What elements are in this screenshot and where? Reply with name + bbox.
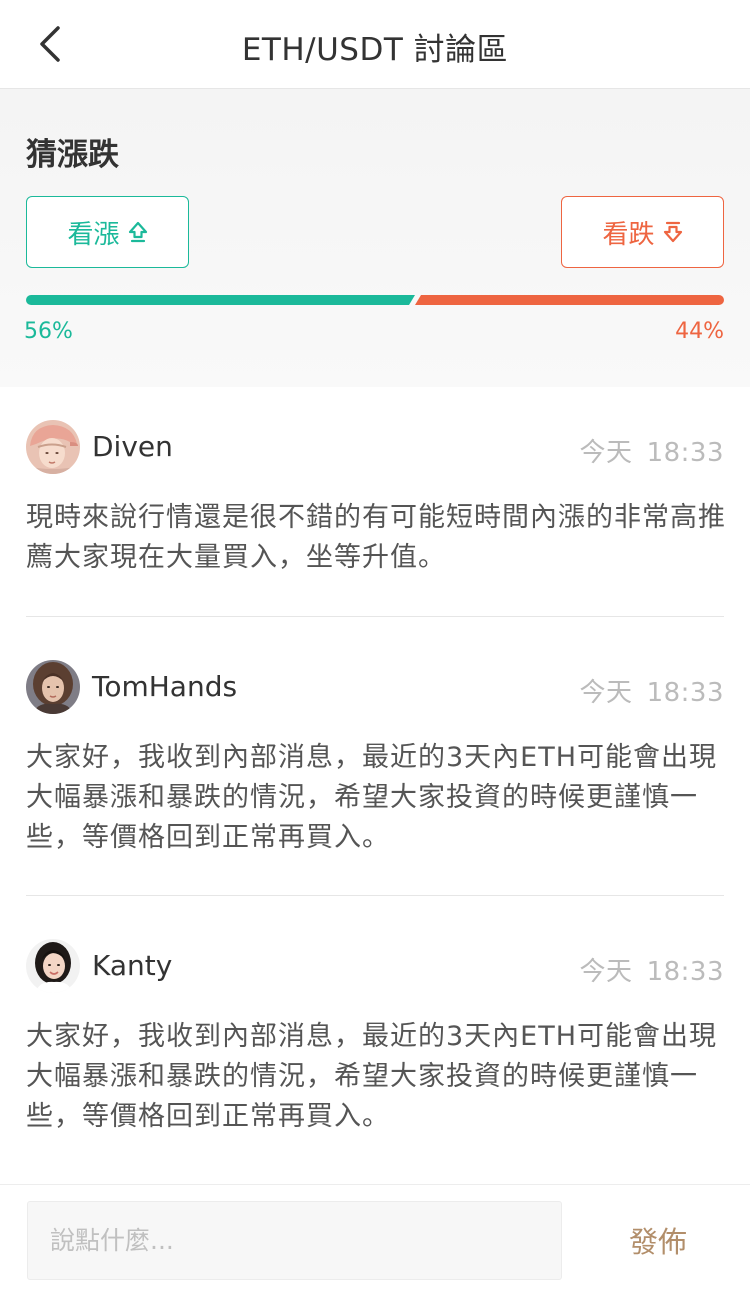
- comment-time: 今天 18:33: [580, 951, 724, 988]
- arrow-up-icon: [128, 221, 147, 243]
- avatar-kanty: [26, 939, 80, 993]
- comment-composer: 發佈: [0, 1184, 750, 1294]
- publish-button[interactable]: 發佈: [600, 1219, 716, 1263]
- comment-time: 今天 18:33: [580, 672, 724, 709]
- comment-username[interactable]: Diven: [92, 430, 173, 463]
- arrow-down-icon: [663, 221, 682, 243]
- bearish-label: 看跌: [602, 219, 655, 250]
- bullish-label: 看漲: [67, 219, 120, 250]
- sentiment-bar-bullish: [26, 295, 415, 305]
- divider: [26, 616, 724, 617]
- bearish-percent: 44%: [675, 319, 724, 344]
- guess-panel: 猜漲跌 看漲 看跌 56% 44%: [0, 89, 750, 387]
- comment-clock: 18:33: [646, 957, 724, 987]
- avatar-diven: [26, 420, 80, 474]
- comment-day: 今天: [579, 957, 633, 987]
- comment-clock: 18:33: [646, 678, 724, 708]
- comment-text: 大家好，我收到內部消息，最近的3天內ETH可能會出現大幅暴漲和暴跌的情況，希望大…: [26, 1021, 718, 1132]
- comment-day: 今天: [579, 438, 633, 468]
- comment-username[interactable]: TomHands: [92, 670, 237, 703]
- comment-username[interactable]: Kanty: [92, 949, 172, 982]
- avatar-tomhands: [26, 660, 80, 714]
- comment-clock: 18:33: [646, 438, 724, 468]
- sentiment-bar-bearish: [415, 295, 724, 305]
- comment-text: 現時來說行情還是很不錯的有可能短時間內漲的非常高推薦大家現在大量買入，坐等升值。: [26, 502, 726, 573]
- sentiment-bar: [26, 295, 724, 305]
- page-title: ETH/USDT 討論區: [241, 32, 509, 68]
- comment-input[interactable]: [27, 1201, 562, 1280]
- bullish-button[interactable]: 看漲: [26, 196, 189, 268]
- comment-time: 今天 18:33: [580, 432, 724, 469]
- divider: [26, 895, 724, 896]
- nav-header: ETH/USDT 討論區: [0, 0, 750, 89]
- avatar[interactable]: [26, 939, 80, 993]
- bullish-percent: 56%: [24, 319, 73, 344]
- avatar[interactable]: [26, 660, 80, 714]
- comment-day: 今天: [579, 678, 633, 708]
- avatar[interactable]: [26, 420, 80, 474]
- bearish-button[interactable]: 看跌: [561, 196, 724, 268]
- guess-title: 猜漲跌: [26, 137, 119, 173]
- comment-text: 大家好，我收到內部消息，最近的3天內ETH可能會出現大幅暴漲和暴跌的情況，希望大…: [26, 742, 718, 853]
